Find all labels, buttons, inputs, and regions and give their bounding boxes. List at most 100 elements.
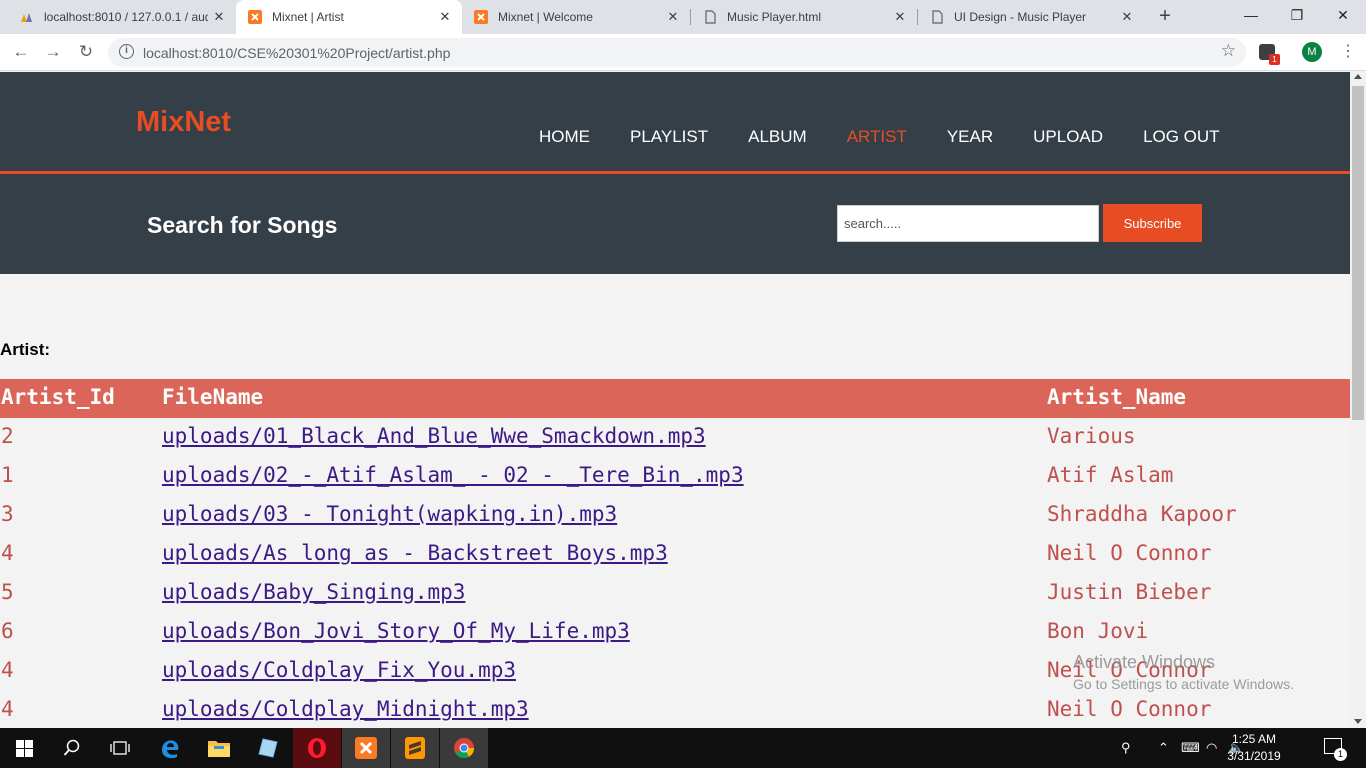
nav-home[interactable]: HOME	[519, 127, 610, 147]
watermark-subtitle: Go to Settings to activate Windows.	[1073, 676, 1294, 692]
nav-year[interactable]: YEAR	[927, 127, 1013, 147]
table-row: 3 uploads/03 - Tonight(wapking.in).mp3 S…	[0, 496, 1350, 535]
artist-id-cell: 4	[1, 658, 14, 682]
artist-name-cell: Neil O Connor	[1047, 541, 1212, 565]
tab-title: Music Player.html	[727, 10, 822, 24]
extension-badge: 1	[1269, 54, 1280, 65]
wifi-icon[interactable]: ◠	[1206, 740, 1217, 756]
activate-windows-watermark: Activate Windows Go to Settings to activ…	[1073, 652, 1294, 692]
section-label: Artist:	[0, 340, 51, 359]
xampp-icon	[248, 10, 262, 24]
close-tab-icon[interactable]: ✕	[208, 9, 230, 25]
opera-icon[interactable]	[293, 728, 341, 768]
artist-id-cell: 4	[1, 697, 14, 721]
sublime-text-icon[interactable]	[391, 728, 439, 768]
site-header: MixNet HOME PLAYLIST ALBUM ARTIST YEAR U…	[0, 72, 1350, 174]
table-row: 2 uploads/01_Black_And_Blue_Wwe_Smackdow…	[0, 418, 1350, 457]
notepad-icon[interactable]	[244, 728, 292, 768]
show-hidden-icons-icon[interactable]: ⌃	[1158, 740, 1169, 756]
browser-tab-active[interactable]: Mixnet | Artist ✕	[236, 0, 462, 34]
notification-badge: 1	[1334, 748, 1347, 761]
close-tab-icon[interactable]: ✕	[662, 9, 684, 25]
nav-artist[interactable]: ARTIST	[827, 127, 927, 147]
search-section: Search for Songs Subscribe	[0, 174, 1350, 274]
input-method-icon[interactable]: ⌨	[1181, 740, 1200, 756]
artist-id-cell: 3	[1, 502, 14, 526]
site-logo[interactable]: MixNet	[136, 106, 231, 139]
task-view-icon[interactable]	[96, 728, 144, 768]
tab-title: Mixnet | Welcome	[498, 10, 593, 24]
url-text[interactable]: localhost:8010/CSE%20301%20Project/artis…	[143, 45, 450, 61]
artist-name-cell: Various	[1047, 424, 1136, 448]
file-link[interactable]: uploads/01_Black_And_Blue_Wwe_Smackdown.…	[162, 424, 706, 448]
scroll-up-icon[interactable]	[1354, 74, 1362, 79]
artist-name-cell: Atif Aslam	[1047, 463, 1174, 487]
artist-id-cell: 1	[1, 463, 14, 487]
column-header-artist-id: Artist_Id	[1, 385, 115, 409]
nav-album[interactable]: ALBUM	[728, 127, 827, 147]
page-viewport: MixNet HOME PLAYLIST ALBUM ARTIST YEAR U…	[0, 72, 1366, 728]
artist-name-cell: Shraddha Kapoor	[1047, 502, 1237, 526]
browser-tab[interactable]: Mixnet | Welcome ✕	[462, 0, 690, 34]
file-link[interactable]: uploads/As long as - Backstreet Boys.mp3	[162, 541, 668, 565]
new-tab-icon[interactable]: +	[1153, 4, 1177, 28]
address-bar[interactable]: i localhost:8010/CSE%20301%20Project/art…	[108, 38, 1246, 67]
phpmyadmin-icon	[21, 13, 32, 22]
artist-id-cell: 6	[1, 619, 14, 643]
file-link[interactable]: uploads/02_-_Atif_Aslam_ - 02 - _Tere_Bi…	[162, 463, 744, 487]
document-icon	[705, 10, 716, 24]
search-icon[interactable]	[48, 728, 96, 768]
forward-icon[interactable]: →	[41, 40, 65, 64]
subscribe-button[interactable]: Subscribe	[1103, 204, 1202, 242]
browser-tab[interactable]: UI Design - Music Player ✕	[918, 0, 1144, 34]
file-link[interactable]: uploads/Baby_Singing.mp3	[162, 580, 465, 604]
file-link[interactable]: uploads/Bon_Jovi_Story_Of_My_Life.mp3	[162, 619, 630, 643]
close-tab-icon[interactable]: ✕	[434, 9, 456, 25]
tab-title: localhost:8010 / 127.0.0.1 / aud	[44, 10, 208, 24]
people-icon[interactable]: ⚲	[1121, 740, 1131, 756]
document-icon	[932, 10, 943, 24]
info-icon[interactable]: i	[119, 44, 134, 59]
bookmark-star-icon[interactable]: ☆	[1221, 41, 1236, 61]
browser-tab[interactable]: Music Player.html ✕	[691, 0, 917, 34]
xampp-icon[interactable]	[342, 728, 390, 768]
profile-avatar[interactable]: M	[1302, 42, 1322, 62]
search-input[interactable]	[837, 205, 1099, 242]
main-nav: HOME PLAYLIST ALBUM ARTIST YEAR UPLOAD L…	[519, 127, 1240, 147]
file-link[interactable]: uploads/Coldplay_Fix_You.mp3	[162, 658, 516, 682]
browser-tab[interactable]: localhost:8010 / 127.0.0.1 / aud ✕	[0, 0, 236, 34]
file-link[interactable]: uploads/Coldplay_Midnight.mp3	[162, 697, 529, 721]
restore-icon[interactable]: ❐	[1274, 0, 1320, 30]
close-tab-icon[interactable]: ✕	[889, 9, 911, 25]
close-tab-icon[interactable]: ✕	[1116, 9, 1138, 25]
chrome-icon[interactable]	[440, 728, 488, 768]
edge-icon[interactable]	[146, 728, 194, 768]
table-row: 4 uploads/As long as - Backstreet Boys.m…	[0, 535, 1350, 574]
scroll-down-icon[interactable]	[1354, 719, 1362, 724]
page-scrollbar[interactable]	[1350, 72, 1366, 728]
file-link[interactable]: uploads/03 - Tonight(wapking.in).mp3	[162, 502, 617, 526]
clock-time: 1:25 AM	[1231, 732, 1277, 746]
tab-title: UI Design - Music Player	[954, 10, 1087, 24]
system-clock[interactable]: 1:25 AM 3/31/2019	[1221, 731, 1287, 765]
browser-menu-icon[interactable]: ⋮	[1340, 42, 1356, 62]
nav-upload[interactable]: UPLOAD	[1013, 127, 1123, 147]
column-header-filename: FileName	[162, 385, 264, 409]
close-window-icon[interactable]: ✕	[1320, 0, 1366, 30]
search-title: Search for Songs	[147, 212, 338, 238]
artist-id-cell: 4	[1, 541, 14, 565]
nav-logout[interactable]: LOG OUT	[1123, 127, 1240, 147]
nav-playlist[interactable]: PLAYLIST	[610, 127, 728, 147]
tab-title: Mixnet | Artist	[272, 10, 344, 24]
artist-name-cell: Bon Jovi	[1047, 619, 1149, 643]
reload-icon[interactable]: ↻	[74, 40, 98, 64]
back-icon[interactable]: ←	[9, 40, 33, 64]
scroll-thumb[interactable]	[1352, 86, 1364, 420]
windows-start-icon[interactable]	[0, 728, 48, 768]
table-row: 5 uploads/Baby_Singing.mp3 Justin Bieber	[0, 574, 1350, 613]
minimize-icon[interactable]: —	[1228, 0, 1274, 30]
file-explorer-icon[interactable]	[195, 728, 243, 768]
windows-taskbar: ⚲ ⌃ ⌨ ◠ 🔈 1:25 AM 3/31/2019 1	[0, 728, 1366, 768]
table-row: 6 uploads/Bon_Jovi_Story_Of_My_Life.mp3 …	[0, 613, 1350, 652]
clock-date: 3/31/2019	[1227, 749, 1281, 763]
